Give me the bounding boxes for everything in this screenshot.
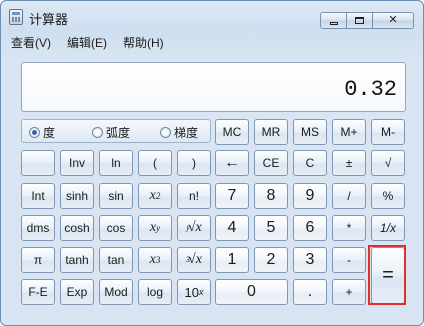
radio-degrees[interactable]: 度 [29,124,55,141]
subtract-button[interactable]: - [332,247,366,273]
radio-grads-label: 梯度 [174,126,199,140]
maximize-icon [355,17,364,24]
digit-7-button[interactable]: 7 [215,183,249,209]
yroot-symbol: √x [187,220,202,235]
yroot-button[interactable]: y √x [177,215,211,241]
radio-radians[interactable]: 弧度 [92,124,130,141]
title-bar[interactable]: 计算器 ✕ [1,1,423,33]
backspace-button[interactable]: ← [215,150,249,176]
window-title: 计算器 [29,12,69,27]
radio-grads[interactable]: 梯度 [160,124,198,141]
digit-2-button[interactable]: 2 [254,247,288,273]
left-paren-button[interactable]: ( [138,150,172,176]
log-button[interactable]: log [138,279,172,305]
radio-radians-indicator [92,127,103,138]
result-display: 0.32 [21,62,406,112]
menu-bar: 查看(V) 编辑(E) 帮助(H) [9,34,166,52]
exp-button[interactable]: Exp [60,279,94,305]
cube-base: x [149,252,156,267]
mod-button[interactable]: Mod [99,279,133,305]
digit-5-button[interactable]: 5 [254,215,288,241]
digit-6-button[interactable]: 6 [293,215,327,241]
ten-power-button[interactable]: 10 x [177,279,211,305]
tanh-button[interactable]: tanh [60,247,94,273]
square-base: x [149,188,156,203]
dms-button[interactable]: dms [21,215,55,241]
mr-button[interactable]: MR [254,119,288,145]
factorial-button[interactable]: n! [177,183,211,209]
ln-button[interactable]: ln [99,150,133,176]
cosh-button[interactable]: cosh [60,215,94,241]
radio-degrees-label: 度 [43,126,56,140]
fe-button[interactable]: F-E [21,279,55,305]
right-paren-button[interactable]: ) [177,150,211,176]
reciprocal-button[interactable]: 1/x [371,215,405,241]
calculator-window: 计算器 ✕ 查看(V) 编辑(E) 帮助(H) 0.32 度 弧度 梯度 MC … [0,0,424,326]
int-button[interactable]: Int [21,183,55,209]
calculator-app-icon [9,9,23,25]
digit-9-button[interactable]: 9 [293,183,327,209]
m-minus-button[interactable]: M- [371,119,405,145]
display-value: 0.32 [344,77,397,102]
pi-button[interactable]: π [21,247,55,273]
digit-0-button[interactable]: 0 [215,279,288,305]
ce-button[interactable]: CE [254,150,288,176]
decimal-point-button[interactable]: . [293,279,327,305]
power-button[interactable]: xy [138,215,172,241]
divide-button[interactable]: / [332,183,366,209]
radio-grads-indicator [160,127,171,138]
clear-button[interactable]: C [293,150,327,176]
tan-button[interactable]: tan [99,247,133,273]
add-button[interactable]: + [332,279,366,305]
percent-button[interactable]: % [371,183,405,209]
digit-4-button[interactable]: 4 [215,215,249,241]
menu-view[interactable]: 查看(V) [9,34,53,52]
menu-help[interactable]: 帮助(H) [121,34,166,52]
plus-minus-button[interactable]: ± [332,150,366,176]
inv-button[interactable]: Inv [60,150,94,176]
close-button[interactable]: ✕ [372,12,414,29]
digit-1-button[interactable]: 1 [215,247,249,273]
sin-button[interactable]: sin [99,183,133,209]
cube-root-symbol: √x [188,252,202,267]
menu-edit[interactable]: 编辑(E) [65,34,109,52]
minimize-button[interactable] [320,12,347,29]
cube-button[interactable]: x3 [138,247,172,273]
angle-unit-group: 度 弧度 梯度 [21,119,211,143]
ms-button[interactable]: MS [293,119,327,145]
mc-button[interactable]: MC [215,119,249,145]
radio-degrees-indicator [29,127,40,138]
equals-highlight-box [368,245,406,305]
maximize-button[interactable] [346,12,373,29]
sqrt-button[interactable]: √ [371,150,405,176]
radio-radians-label: 弧度 [106,126,131,140]
cos-button[interactable]: cos [99,215,133,241]
ten-power-base: 10 [184,284,199,300]
minimize-icon [329,21,338,25]
square-button[interactable]: x2 [138,183,172,209]
digit-3-button[interactable]: 3 [293,247,327,273]
multiply-button[interactable]: * [332,215,366,241]
digit-8-button[interactable]: 8 [254,183,288,209]
close-icon: ✕ [388,14,398,26]
blank-button[interactable] [21,150,55,176]
m-plus-button[interactable]: M+ [332,119,366,145]
cube-root-button[interactable]: 3 √x [177,247,211,273]
sinh-button[interactable]: sinh [60,183,94,209]
